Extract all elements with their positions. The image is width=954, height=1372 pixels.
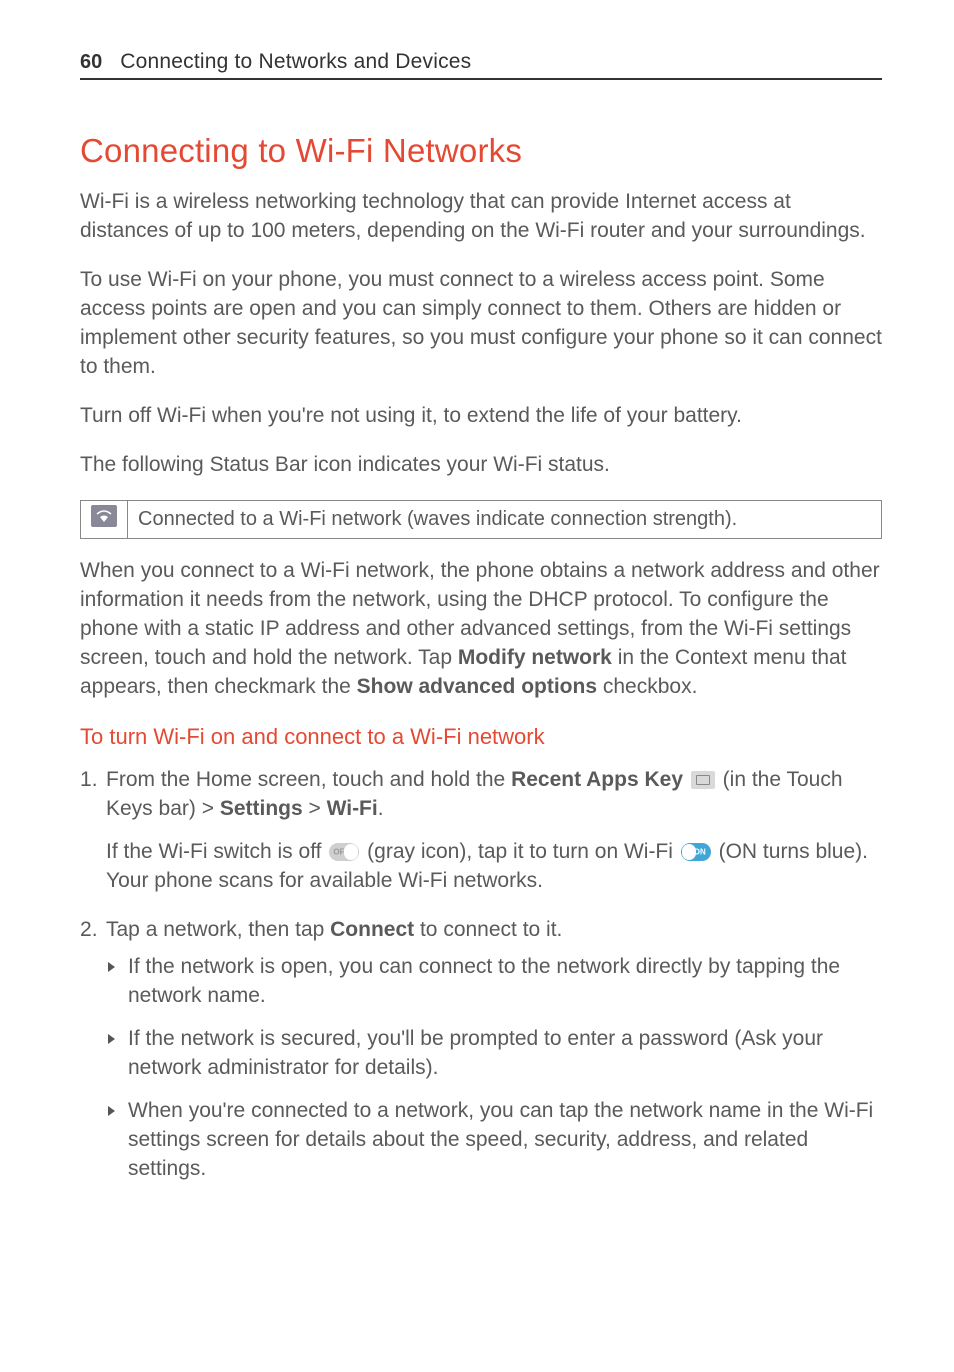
body-content: Wi-Fi is a wireless networking technolog… xyxy=(80,188,882,1184)
intro-paragraph-2: To use Wi-Fi on your phone, you must con… xyxy=(80,266,882,382)
switch-off-label: OFF xyxy=(333,847,349,858)
switch-on-label: ON xyxy=(694,847,706,858)
switch-on-icon: ON xyxy=(681,843,711,861)
icon-cell xyxy=(81,500,128,538)
intro-paragraph-1: Wi-Fi is a wireless networking technolog… xyxy=(80,188,882,246)
step1-line2-mid: (gray icon), tap it to turn on Wi-Fi xyxy=(361,840,678,863)
page-container: 60 Connecting to Networks and Devices Co… xyxy=(0,0,954,1238)
wifi-label: Wi-Fi xyxy=(327,797,378,820)
settings-label: Settings xyxy=(220,797,303,820)
table-row: Connected to a Wi-Fi network (waves indi… xyxy=(81,500,882,538)
intro-paragraph-4: The following Status Bar icon indicates … xyxy=(80,451,882,480)
recent-apps-key-icon xyxy=(691,771,715,789)
step-1: From the Home screen, touch and hold the… xyxy=(80,766,882,896)
step1-gt: > xyxy=(303,797,327,820)
connect-label: Connect xyxy=(330,918,414,941)
step1-line2-pre: If the Wi-Fi switch is off xyxy=(106,840,327,863)
steps-list: From the Home screen, touch and hold the… xyxy=(80,766,882,1184)
bullet-connected-details: When you're connected to a network, you … xyxy=(106,1097,882,1184)
modify-network-label: Modify network xyxy=(458,646,612,669)
intro-paragraph-3: Turn off Wi-Fi when you're not using it,… xyxy=(80,402,882,431)
show-advanced-options-label: Show advanced options xyxy=(357,675,597,698)
bullet-open-network: If the network is open, you can connect … xyxy=(106,953,882,1011)
step1-text-pre: From the Home screen, touch and hold the xyxy=(106,768,511,791)
switch-off-icon: OFF xyxy=(329,843,359,861)
bullet-secured-network: If the network is secured, you'll be pro… xyxy=(106,1025,882,1083)
icon-description: Connected to a Wi-Fi network (waves indi… xyxy=(128,500,882,538)
page-header: 60 Connecting to Networks and Devices xyxy=(80,50,882,80)
page-title: Connecting to Wi-Fi Networks xyxy=(80,132,882,170)
wifi-connected-icon xyxy=(91,505,117,527)
step2-text-post: to connect to it. xyxy=(414,918,562,941)
page-number: 60 xyxy=(80,51,102,74)
step2-bullets: If the network is open, you can connect … xyxy=(106,953,882,1184)
dhcp-paragraph: When you connect to a Wi-Fi network, the… xyxy=(80,557,882,702)
dhcp-text-post: checkbox. xyxy=(597,675,697,698)
step-2: Tap a network, then tap Connect to conne… xyxy=(80,916,882,1184)
section-title: Connecting to Networks and Devices xyxy=(120,50,471,74)
step1-period: . xyxy=(378,797,384,820)
status-icon-table: Connected to a Wi-Fi network (waves indi… xyxy=(80,500,882,539)
step1-sub: If the Wi-Fi switch is off OFF (gray ico… xyxy=(106,838,882,896)
subheading: To turn Wi-Fi on and connect to a Wi-Fi … xyxy=(80,722,882,752)
step2-text-pre: Tap a network, then tap xyxy=(106,918,330,941)
recent-apps-key-label: Recent Apps Key xyxy=(511,768,683,791)
